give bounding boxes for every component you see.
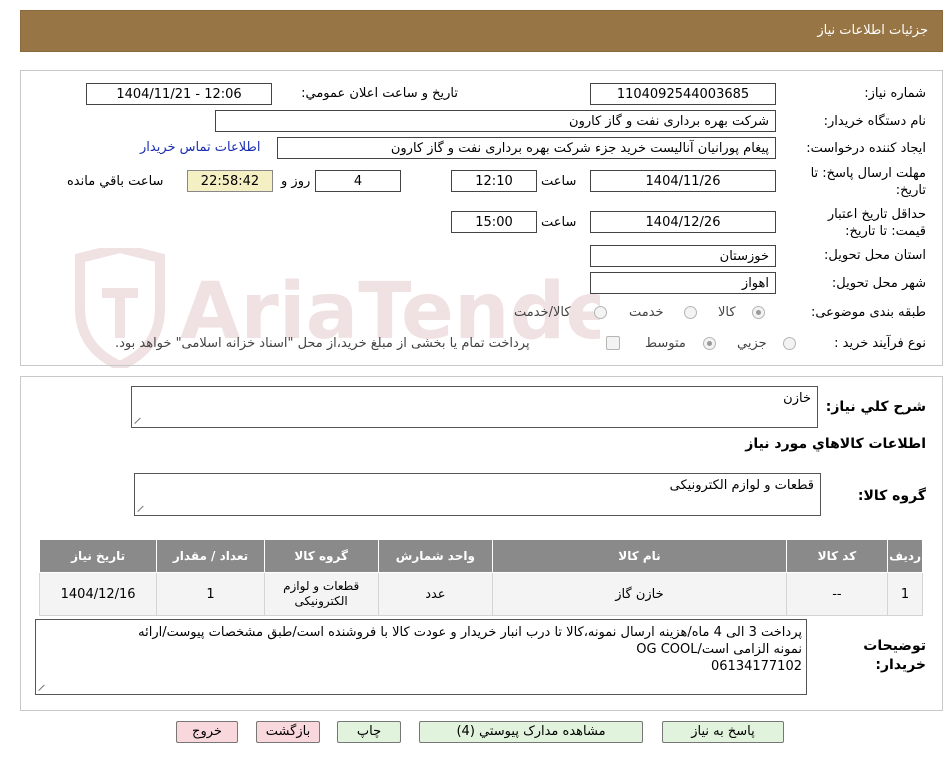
days-word: روز و	[281, 174, 311, 189]
table-cell: خازن گاز	[492, 572, 787, 616]
table-cell: 1404/12/16	[38, 572, 158, 616]
need-number-field: 1104092544003685	[590, 83, 776, 105]
need-number-label: شماره نیاز:	[864, 86, 926, 101]
buyer-notes-label-line2: خريدار:	[875, 657, 926, 673]
resize-grip-icon[interactable]	[135, 416, 143, 424]
page-header: جزئیات اطلاعات نیاز	[20, 10, 943, 52]
table-row: 1 -- خازن گاز عدد قطعات و لوازم الکترونی…	[38, 572, 923, 616]
exit-button[interactable]: خروج	[176, 721, 238, 743]
buyer-org-label: نام دستگاه خريدار:	[823, 114, 926, 129]
resize-grip-icon[interactable]	[39, 683, 47, 691]
process-medium-label: متوسط	[645, 336, 686, 351]
days-field: 4	[315, 170, 401, 192]
treasury-payment-checkbox[interactable]	[606, 336, 620, 350]
reply-button[interactable]: پاسخ به نياز	[662, 721, 784, 743]
category-goods-label: کالا	[718, 305, 736, 320]
province-field: خوزستان	[590, 245, 776, 267]
view-attachments-button[interactable]: مشاهده مدارک پيوستي (4)	[419, 721, 643, 743]
requester-label: ايجاد کننده درخواست:	[806, 141, 926, 156]
buyer-org-field: شرکت بهره برداری نفت و گاز کارون	[215, 110, 776, 132]
goods-group-label: گروه کالا:	[857, 488, 926, 504]
back-button[interactable]: بازگشت	[256, 721, 320, 743]
announce-date-label: تاریخ و ساعت اعلان عمومي:	[301, 86, 458, 101]
remaining-timer: 22:58:42	[187, 170, 273, 192]
table-cell: 1	[887, 572, 923, 616]
category-goods-radio[interactable]	[752, 306, 765, 319]
buyer-notes-field: پرداخت 3 الی 4 ماه/هزینه ارسال نمونه،کال…	[35, 619, 807, 695]
page-title: جزئیات اطلاعات نیاز	[817, 23, 928, 38]
buyer-notes-line: نمونه الزامی است/OG COOL	[636, 642, 802, 657]
column-header: واحد شمارش	[377, 539, 494, 573]
goods-table: رديف کد کالا نام کالا واحد شمارش گروه کا…	[38, 539, 923, 616]
general-description-field: خازن	[131, 386, 818, 428]
deadline-time-word: ساعت	[541, 174, 577, 189]
column-header: گروه کالا	[263, 539, 379, 573]
deadline-date-field: 1404/11/26	[590, 170, 776, 192]
city-field: اهواز	[590, 272, 776, 294]
province-label: استان محل تحویل:	[824, 248, 926, 263]
validity-time-word: ساعت	[541, 215, 577, 230]
process-minor-radio[interactable]	[783, 337, 796, 350]
table-cell: 1	[156, 572, 265, 616]
general-description-label: شرح کلي نياز:	[825, 399, 926, 415]
category-goods-service-radio[interactable]	[594, 306, 607, 319]
column-header: نام کالا	[492, 539, 787, 573]
treasury-payment-note: پرداخت تمام یا بخشی از مبلغ خرید،از محل …	[115, 336, 530, 351]
column-header: تعداد / مقدار	[156, 539, 265, 573]
category-goods-service-label: کالا/خدمت	[514, 305, 571, 320]
process-minor-label: جزیي	[737, 336, 767, 351]
process-label: نوع فرآیند خرید :	[834, 336, 926, 351]
city-label: شهر محل تحویل:	[831, 276, 926, 291]
validity-label: حداقل تاریخ اعتبار قیمت: تا تاریخ:	[827, 207, 926, 239]
goods-group-field: قطعات و لوازم الکترونیکی	[134, 473, 821, 516]
category-service-label: خدمت	[629, 305, 664, 320]
validity-time-field: 15:00	[451, 211, 537, 233]
goods-info-title: اطلاعات کالاهاي مورد نياز	[745, 436, 926, 452]
validity-date-field: 1404/12/26	[590, 211, 776, 233]
requester-field: پیغام پورانیان آنالیست خرید جزء شرکت بهر…	[277, 137, 776, 159]
buyer-notes-line: پرداخت 3 الی 4 ماه/هزینه ارسال نمونه،کال…	[138, 625, 802, 640]
print-button[interactable]: چاپ	[337, 721, 401, 743]
announce-date-field: 1404/11/21 - 12:06	[86, 83, 272, 105]
table-cell: عدد	[377, 572, 494, 616]
column-header: رديف	[887, 539, 923, 573]
remaining-label: ساعت باقي مانده	[67, 174, 164, 189]
column-header: تاريخ نياز	[38, 539, 158, 573]
deadline-label: مهلت ارسال پاسخ: تا تاریخ:	[810, 166, 926, 198]
table-cell: قطعات و لوازم الکترونیکی	[263, 572, 379, 616]
table-cell: --	[785, 572, 889, 616]
category-label: طبقه بندی موضوعی:	[810, 305, 926, 320]
deadline-time-field: 12:10	[451, 170, 537, 192]
category-service-radio[interactable]	[684, 306, 697, 319]
buyer-notes-line: 06134177102	[711, 659, 802, 674]
column-header: کد کالا	[785, 539, 889, 573]
buyer-contact-link[interactable]: اطلاعات تماس خريدار	[140, 140, 260, 155]
process-medium-radio[interactable]	[703, 337, 716, 350]
resize-grip-icon[interactable]	[138, 504, 146, 512]
buyer-notes-label-line1: توضيحات	[863, 638, 926, 654]
